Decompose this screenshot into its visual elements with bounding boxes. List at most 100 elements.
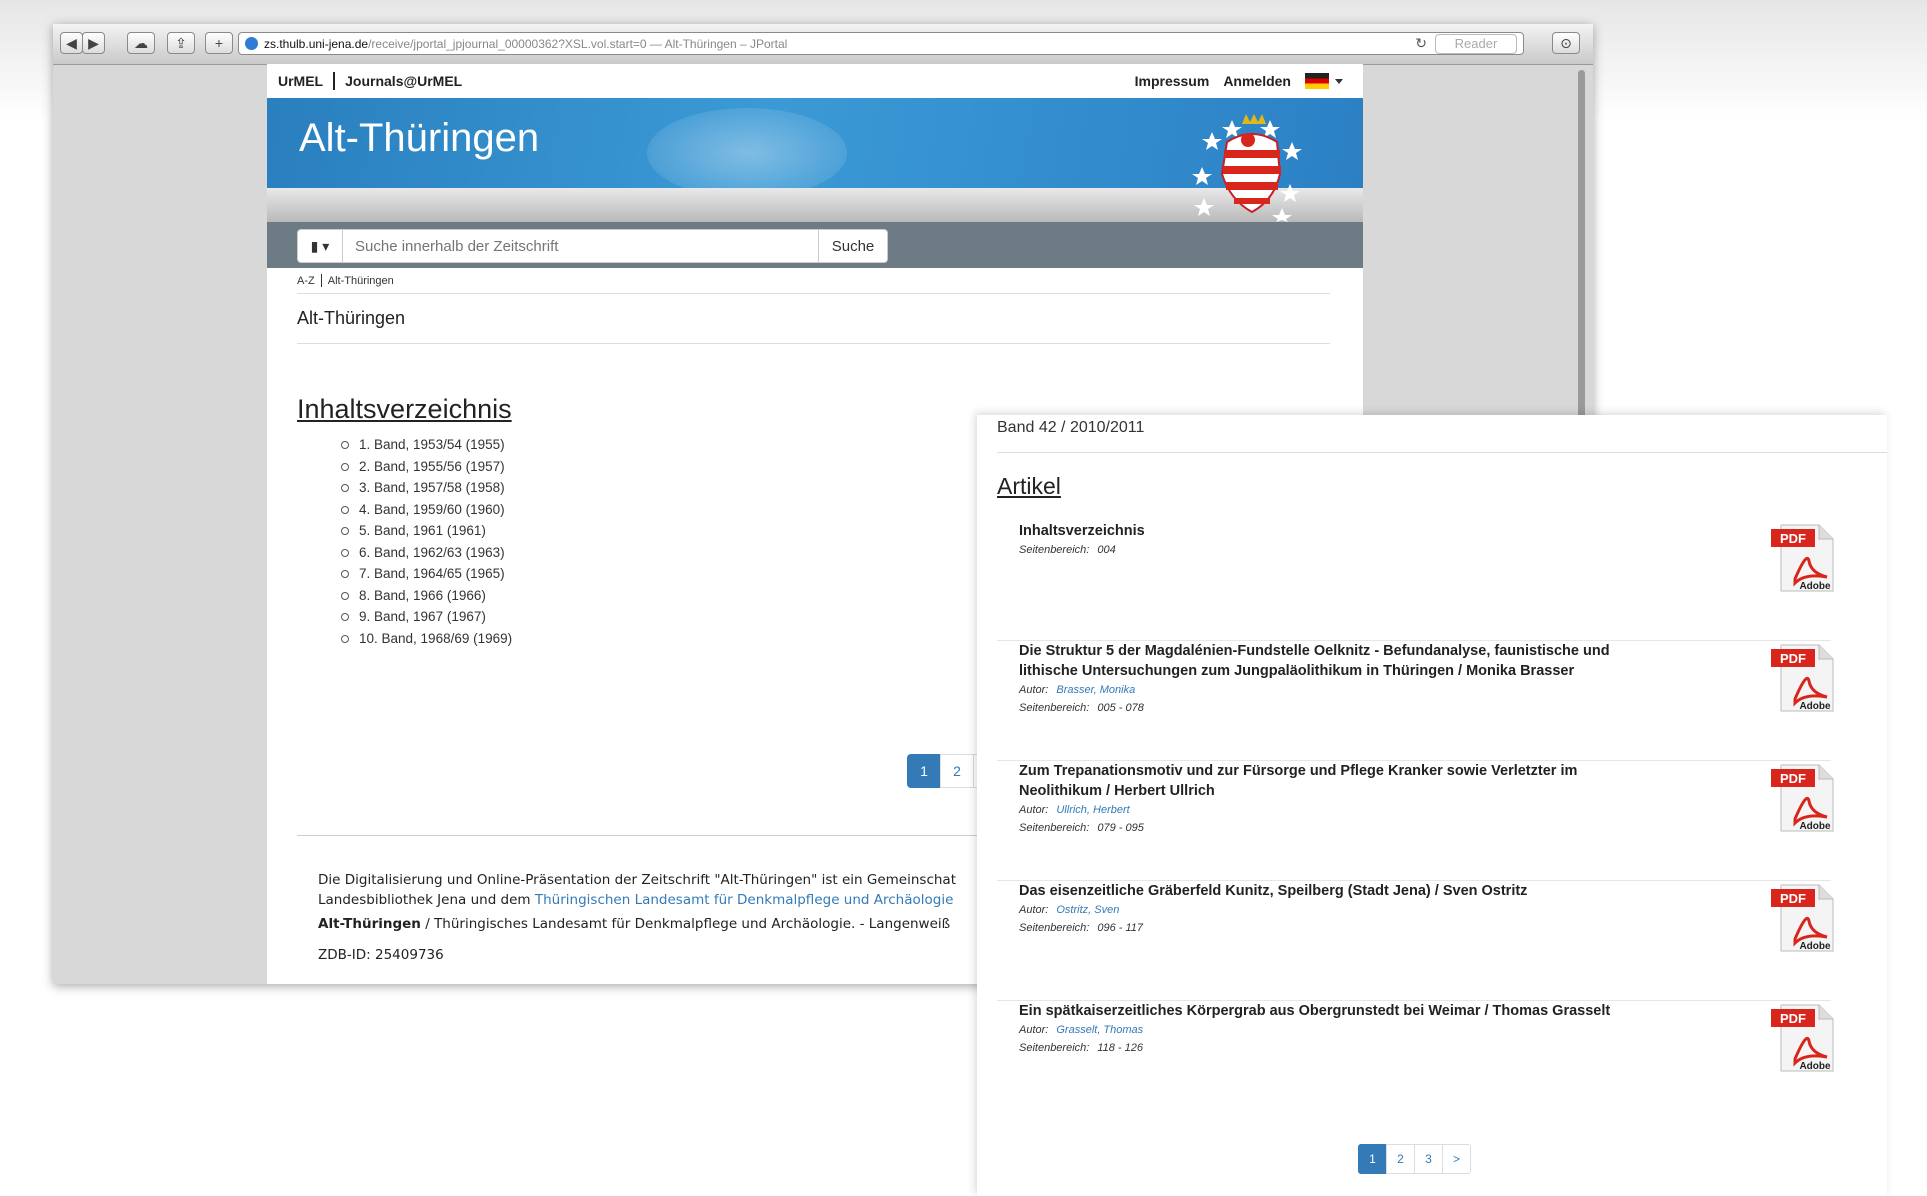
- pdf-label: PDF: [1780, 531, 1806, 546]
- pages-label: Seitenbereich:: [1019, 544, 1090, 556]
- pages-label: Seitenbereich:: [1019, 922, 1090, 934]
- page-2-button[interactable]: 2: [1386, 1144, 1415, 1174]
- url-path: /receive/jportal_jpjournal_00000362?XSL.…: [368, 36, 788, 51]
- article-pages-row: Seitenbereich: 079 - 095: [1019, 819, 1849, 837]
- article-title[interactable]: Zum Trepanationsmotiv und zur Fürsorge u…: [1019, 761, 1659, 801]
- author-label: Autor:: [1019, 1024, 1049, 1036]
- article-title[interactable]: Ein spätkaiserzeitliches Körpergrab aus …: [1019, 1001, 1659, 1021]
- back-arrow-icon: ◀: [66, 34, 77, 51]
- author-link[interactable]: Ostritz, Sven: [1056, 904, 1119, 916]
- nav-divider: [333, 72, 336, 90]
- footer-text: Landesbibliothek Jena und dem: [318, 892, 535, 908]
- article-author-row: Autor: Ostritz, Sven: [1019, 901, 1849, 919]
- author-label: Autor:: [1019, 684, 1049, 696]
- volume-item[interactable]: 9. Band, 1967 (1967): [341, 606, 512, 628]
- article-title[interactable]: Das eisenzeitliche Gräberfeld Kunitz, Sp…: [1019, 881, 1659, 901]
- next-page-button[interactable]: >: [1442, 1144, 1471, 1174]
- pdf-download-icon[interactable]: PDF Adobe: [1767, 521, 1839, 593]
- article-title[interactable]: Inhaltsverzeichnis: [1019, 521, 1659, 541]
- nav-anmelden[interactable]: Anmelden: [1223, 73, 1291, 89]
- top-navigation: UrMEL Journals@UrMEL Impressum Anmelden: [267, 64, 1363, 98]
- article-entry: Die Struktur 5 der Magdalénien-Fundstell…: [997, 641, 1849, 761]
- divider: [297, 343, 1330, 344]
- volume-item[interactable]: 1. Band, 1953/54 (1955): [341, 434, 512, 456]
- search-scope-dropdown[interactable]: ▮ ▾: [297, 229, 343, 263]
- volume-item[interactable]: 6. Band, 1962/63 (1963): [341, 542, 512, 564]
- volume-item[interactable]: 7. Band, 1964/65 (1965): [341, 563, 512, 585]
- page-range: 079 - 095: [1097, 822, 1144, 834]
- breadcrumb: A-Z Alt-Thüringen: [297, 274, 1363, 287]
- chevron-down-icon[interactable]: [1335, 78, 1343, 84]
- forward-button[interactable]: ▶: [82, 32, 105, 54]
- pages-label: Seitenbereich:: [1019, 822, 1090, 834]
- author-label: Autor:: [1019, 804, 1049, 816]
- back-button[interactable]: ◀: [60, 32, 83, 54]
- page-1-button[interactable]: 1: [907, 754, 941, 788]
- nav-journals-urmel[interactable]: Journals@UrMEL: [345, 73, 462, 89]
- citation-text: / Thüringisches Landesamt für Denkmalpfl…: [420, 916, 951, 932]
- download-icon: ⊙: [1560, 34, 1572, 51]
- volume-item[interactable]: 3. Band, 1957/58 (1958): [341, 477, 512, 499]
- pdf-label: PDF: [1780, 1011, 1806, 1026]
- article-pages-row: Seitenbereich: 005 - 078: [1019, 699, 1849, 717]
- pdf-download-icon[interactable]: PDF Adobe: [1767, 641, 1839, 713]
- browser-toolbar: ◀ ▶ ☁ ⇪ + zs.thulb.uni-jena.de/receive/j…: [53, 24, 1593, 65]
- volume-item[interactable]: 10. Band, 1968/69 (1969): [341, 628, 512, 650]
- share-button[interactable]: ⇪: [167, 32, 195, 54]
- pdf-download-icon[interactable]: PDF Adobe: [1767, 1001, 1839, 1073]
- article-pages-row: Seitenbereich: 004: [1019, 541, 1849, 559]
- breadcrumb-divider: [320, 274, 322, 287]
- nav-impressum[interactable]: Impressum: [1135, 73, 1210, 89]
- adobe-label: Adobe: [1799, 821, 1831, 832]
- footer-denkmalpflege-link[interactable]: Thüringischen Landesamt für Denkmalpfleg…: [535, 892, 954, 908]
- nav-urmel[interactable]: UrMEL: [278, 73, 323, 89]
- band-title: Band 42 / 2010/2011: [997, 419, 1145, 436]
- url-domain: zs.thulb.uni-jena.de: [264, 36, 369, 51]
- article-entry: Das eisenzeitliche Gräberfeld Kunitz, Sp…: [997, 881, 1849, 1001]
- reader-button[interactable]: Reader: [1435, 34, 1517, 54]
- pdf-download-icon[interactable]: PDF Adobe: [1767, 761, 1839, 833]
- volume-item[interactable]: 2. Band, 1955/56 (1957): [341, 456, 512, 478]
- artikel-heading[interactable]: Artikel: [997, 473, 1061, 500]
- citation-title: Alt-Thüringen: [318, 916, 421, 932]
- icloud-button[interactable]: ☁: [127, 32, 155, 54]
- reload-icon[interactable]: ↻: [1415, 35, 1427, 52]
- search-input[interactable]: [343, 229, 819, 263]
- footer-line-2: Landesbibliothek Jena und dem Thüringisc…: [318, 890, 1018, 910]
- page-range: 005 - 078: [1097, 702, 1144, 714]
- article-title[interactable]: Die Struktur 5 der Magdalénien-Fundstell…: [1019, 641, 1659, 681]
- volume-item[interactable]: 5. Band, 1961 (1961): [341, 520, 512, 542]
- breadcrumb-az[interactable]: A-Z: [297, 275, 315, 287]
- pages-label: Seitenbereich:: [1019, 1042, 1090, 1054]
- cloud-icon: ☁: [134, 34, 148, 51]
- page-1-button[interactable]: 1: [1358, 1144, 1387, 1174]
- search-button[interactable]: Suche: [819, 229, 888, 263]
- plus-icon: +: [214, 35, 224, 51]
- page-range: 096 - 117: [1097, 922, 1143, 934]
- author-link[interactable]: Grasselt, Thomas: [1056, 1024, 1143, 1036]
- author-link[interactable]: Brasser, Monika: [1056, 684, 1135, 696]
- toc-heading[interactable]: Inhaltsverzeichnis: [297, 394, 512, 425]
- breadcrumb-journal[interactable]: Alt-Thüringen: [328, 275, 394, 287]
- journal-banner: Alt-Thüringen: [267, 98, 1363, 222]
- volume-item[interactable]: 8. Band, 1966 (1966): [341, 585, 512, 607]
- page-range: 004: [1097, 544, 1116, 556]
- footer-divider: [297, 835, 997, 836]
- volume-item[interactable]: 4. Band, 1959/60 (1960): [341, 499, 512, 521]
- author-link[interactable]: Ullrich, Herbert: [1056, 804, 1129, 816]
- divider: [997, 452, 1887, 453]
- volume-list: 1. Band, 1953/54 (1955) 2. Band, 1955/56…: [341, 434, 512, 649]
- new-tab-button[interactable]: +: [205, 32, 233, 54]
- pdf-download-icon[interactable]: PDF Adobe: [1767, 881, 1839, 953]
- adobe-label: Adobe: [1799, 581, 1831, 592]
- page-2-button[interactable]: 2: [940, 754, 974, 788]
- share-icon: ⇪: [175, 34, 187, 51]
- globe-icon: [245, 37, 258, 50]
- address-bar[interactable]: zs.thulb.uni-jena.de/receive/jportal_jpj…: [238, 32, 1524, 55]
- journal-title: Alt-Thüringen: [297, 308, 406, 328]
- downloads-button[interactable]: ⊙: [1552, 32, 1580, 54]
- article-pages-row: Seitenbereich: 118 - 126: [1019, 1039, 1849, 1057]
- german-flag-icon[interactable]: [1305, 73, 1329, 89]
- page-3-button[interactable]: 3: [1414, 1144, 1443, 1174]
- book-icon: ▮: [310, 237, 319, 254]
